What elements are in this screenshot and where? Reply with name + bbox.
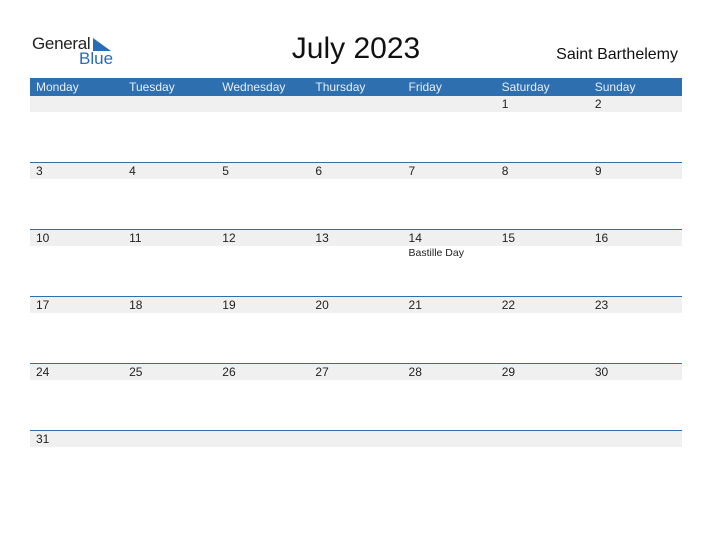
- day-cell: 4: [123, 163, 216, 230]
- day-cell: 3: [30, 163, 123, 230]
- day-cell: 31: [30, 431, 123, 498]
- day-cell: 5: [216, 163, 309, 230]
- day-number: 12: [222, 231, 236, 245]
- day-cell: 8: [496, 163, 589, 230]
- day-cell: 24: [30, 364, 123, 431]
- day-number: 21: [408, 298, 422, 312]
- day-number: 6: [315, 164, 323, 178]
- day-number: 16: [594, 231, 609, 245]
- weekday-wednesday: Wednesday: [222, 80, 286, 94]
- week-row: 10 11 12 13 14 Bastille Day 15 16: [30, 229, 682, 297]
- week-row: 3 4 5 6 7 8 9: [30, 162, 682, 230]
- day-cell: 26: [216, 364, 309, 431]
- day-number: 19: [222, 298, 236, 312]
- day-number: 29: [501, 365, 516, 379]
- day-number: 28: [408, 365, 422, 379]
- day-cell: 23: [589, 297, 682, 364]
- day-cell: 18: [123, 297, 216, 364]
- day-cell: 27: [309, 364, 402, 431]
- day-cell: 16: [589, 230, 682, 297]
- weekday-sunday: Sunday: [594, 80, 636, 94]
- day-number: 18: [129, 298, 143, 312]
- day-cell: 25: [123, 364, 216, 431]
- day-cell: [216, 431, 309, 498]
- day-cell: 21: [403, 297, 496, 364]
- day-number: 23: [594, 298, 609, 312]
- day-cell: 6: [309, 163, 402, 230]
- day-cell: [30, 96, 123, 163]
- day-cell: 10: [30, 230, 123, 297]
- day-number: 25: [129, 365, 143, 379]
- day-number: 7: [408, 164, 416, 178]
- day-cell: 15: [496, 230, 589, 297]
- weekday-tuesday: Tuesday: [129, 80, 175, 94]
- day-number: 14: [408, 231, 422, 245]
- day-number: 3: [36, 164, 43, 178]
- day-number: 9: [594, 164, 602, 178]
- day-cell: 14 Bastille Day: [403, 230, 496, 297]
- day-number: 26: [222, 365, 236, 379]
- weekday-saturday: Saturday: [501, 80, 550, 94]
- day-cell: [403, 431, 496, 498]
- holiday-label: Bastille Day: [408, 247, 464, 259]
- day-cell: 11: [123, 230, 216, 297]
- day-cell: 1: [496, 96, 589, 163]
- day-number: 4: [129, 164, 136, 178]
- day-cell: 28: [403, 364, 496, 431]
- day-cell: [403, 96, 496, 163]
- day-cell: [309, 431, 402, 498]
- day-number: 20: [315, 298, 329, 312]
- day-cell: 12: [216, 230, 309, 297]
- day-number: 11: [129, 231, 142, 245]
- weekday-thursday: Thursday: [315, 80, 366, 94]
- week-row: 31: [30, 430, 682, 498]
- week-row: 24 25 26 27 28 29 30: [30, 363, 682, 431]
- day-cell: 9: [589, 163, 682, 230]
- day-cell: 19: [216, 297, 309, 364]
- day-cell: 7: [403, 163, 496, 230]
- day-cell: [216, 96, 309, 163]
- day-number: 2: [594, 97, 602, 111]
- day-number: 5: [222, 164, 229, 178]
- day-cell: [309, 96, 402, 163]
- day-cell: 17: [30, 297, 123, 364]
- day-cell: [123, 431, 216, 498]
- day-number: 27: [315, 365, 329, 379]
- day-number: 17: [36, 298, 50, 312]
- weekday-monday: Monday: [36, 80, 79, 94]
- day-number: 30: [594, 365, 609, 379]
- week-row: 12: [30, 96, 682, 163]
- day-number: 10: [36, 231, 50, 245]
- day-cell: [589, 431, 682, 498]
- day-number: 15: [501, 231, 516, 245]
- day-cell: 30: [589, 364, 682, 431]
- day-cell: 29: [496, 364, 589, 431]
- day-cell: 22: [496, 297, 589, 364]
- day-cell: 20: [309, 297, 402, 364]
- day-cell: 13: [309, 230, 402, 297]
- day-number: 8: [501, 164, 509, 178]
- weekday-friday: Friday: [408, 80, 442, 94]
- day-number: 24: [36, 365, 50, 379]
- weekday-header: Monday Tuesday Wednesday Thursday Friday…: [30, 78, 682, 96]
- day-number: 1: [501, 97, 509, 111]
- day-number: 13: [315, 231, 329, 245]
- day-number: 31: [36, 432, 50, 446]
- day-cell: [496, 431, 589, 498]
- day-number: 22: [501, 298, 516, 312]
- week-row: 17 18 19 20 21 22 23: [30, 296, 682, 364]
- day-cell: [123, 96, 216, 163]
- country-label: Saint Barthelemy: [556, 46, 678, 63]
- day-cell: 2: [589, 96, 682, 163]
